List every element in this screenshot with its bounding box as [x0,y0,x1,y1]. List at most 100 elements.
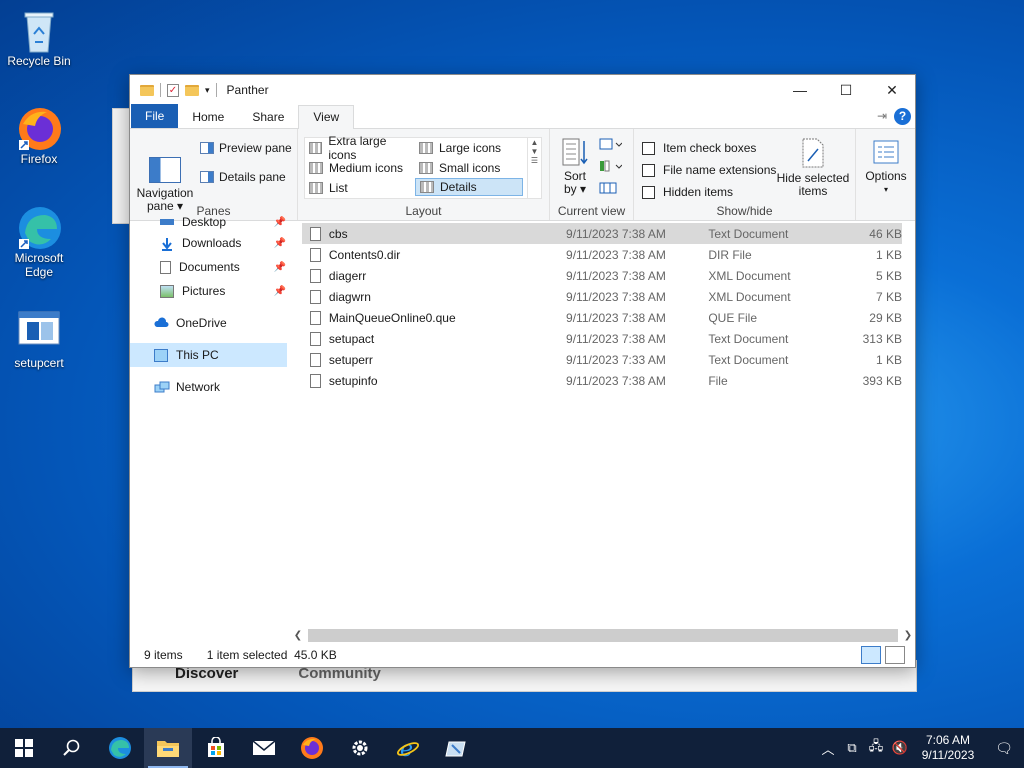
preview-pane-button[interactable]: Preview pane [200,141,292,155]
search-button[interactable] [48,728,96,768]
file-name-extensions-checkbox[interactable]: File name extensions [642,163,776,177]
horizontal-scrollbar[interactable]: ❮ ❯ [290,627,916,644]
layout-large-icons[interactable]: Large icons [415,139,523,157]
medium-icons-icon [309,162,323,174]
title-bar[interactable]: ✓ ▾ Panther — ☐ ✕ [130,75,915,105]
properties-icon[interactable]: ✓ [167,83,179,97]
minimize-button[interactable]: — [777,75,823,105]
tab-view[interactable]: View [298,105,355,129]
desktop-icon-setupcert[interactable]: setupcert [0,310,78,370]
layout-extra-large-icons[interactable]: Extra large icons [305,134,413,162]
maximize-button[interactable]: ☐ [823,75,869,105]
volume-muted-icon[interactable]: 🔇 [888,740,912,756]
nav-item-this-pc[interactable]: This PC [130,343,287,367]
nav-item-pictures[interactable]: Pictures 📌 [130,279,290,303]
scroll-left-icon[interactable]: ❮ [290,627,306,644]
file-row[interactable]: setuperr 9/11/2023 7:33 AM Text Document 1 … [302,349,902,370]
taskbar-file-explorer[interactable] [144,728,192,768]
extra-large-icons-icon [309,142,323,154]
options-icon [873,140,899,164]
scroll-right-icon[interactable]: ❯ [900,627,916,644]
onedrive-icon [154,316,169,330]
group-label-current-view: Current view [557,204,626,218]
layout-medium-icons[interactable]: Medium icons [305,159,413,177]
close-button[interactable]: ✕ [869,75,915,105]
taskbar-store[interactable] [192,728,240,768]
preview-pane-icon [200,142,214,154]
chevron-up-icon[interactable]: ︿ [816,739,840,758]
file-row[interactable]: diagerr 9/11/2023 7:38 AM XML Document 5 KB [302,265,902,286]
item-check-boxes-checkbox[interactable]: Item check boxes [642,141,756,155]
options-button[interactable]: Options ▾ [862,139,910,196]
network-status-icon[interactable]: 🖧 [864,737,888,759]
taskbar-internet-explorer[interactable]: e [384,728,432,768]
large-icons-view-button[interactable] [885,646,905,664]
windows-logo-icon [15,739,33,757]
taskbar-app[interactable] [432,728,480,768]
file-row[interactable]: cbs 9/11/2023 7:38 AM Text Document 46 KB [302,223,902,244]
desktop-icon-firefox[interactable]: Firefox [0,106,78,166]
meet-now-icon[interactable]: ⧉ [840,740,864,756]
file-list: cbs 9/11/2023 7:38 AM Text Document 46 KB C… [302,223,902,391]
taskbar-firefox[interactable] [288,728,336,768]
start-button[interactable] [0,728,48,768]
add-columns-button[interactable] [598,159,623,176]
sort-by-button[interactable]: Sort by ▾ [560,137,590,196]
tab-share[interactable]: Share [238,106,298,128]
nav-item-onedrive[interactable]: OneDrive [130,311,290,335]
desktop-icon-recycle-bin[interactable]: Recycle Bin [0,8,78,68]
scrollbar-thumb[interactable] [308,629,898,642]
layout-details[interactable]: Details [415,178,523,196]
size-columns-icon [599,182,617,194]
details-view-button[interactable] [861,646,881,664]
help-icon[interactable]: ? [894,108,911,125]
layout-item-label: Medium icons [329,161,404,175]
pin-icon[interactable]: 📌 [274,217,286,228]
gear-icon [352,740,368,756]
file-size: 29 KB [869,310,902,325]
quick-access-toolbar: ✓ ▾ [140,83,217,97]
details-pane-button[interactable]: Details pane [200,170,286,184]
tab-home[interactable]: Home [178,106,238,128]
new-folder-icon[interactable] [185,84,199,96]
group-by-button[interactable] [598,137,623,154]
layout-list[interactable]: List [305,179,413,197]
nav-item-network[interactable]: Network [130,375,290,399]
notifications-icon[interactable]: 🗨 [984,740,1024,757]
desktop-icon-edge[interactable]: Microsoft Edge [0,205,78,279]
file-date: 9/11/2023 7:33 AM [566,352,666,367]
nav-item-desktop[interactable]: Desktop 📌 [130,213,290,231]
nav-item-label: Network [176,380,221,394]
taskbar-edge[interactable] [96,728,144,768]
size-columns-button[interactable] [598,181,618,198]
file-date: 9/11/2023 7:38 AM [566,247,666,262]
hide-selected-items-label: Hide selected items [776,171,850,198]
file-row[interactable]: setupinfo 9/11/2023 7:38 AM File 393 KB [302,370,902,391]
clock[interactable]: 7:06 AM 9/11/2023 [912,733,984,763]
file-type: XML Document [708,268,791,283]
pin-icon[interactable]: 📌 [274,238,286,249]
file-explorer-window[interactable]: ✓ ▾ Panther — ☐ ✕ File Home Share View ⇥… [129,74,916,668]
file-row[interactable]: MainQueueOnline0.que 9/11/2023 7:38 AM QUE… [302,307,902,328]
file-date: 9/11/2023 7:38 AM [566,226,666,241]
nav-item-downloads[interactable]: Downloads 📌 [130,231,290,255]
file-row[interactable]: Contents0.dir 9/11/2023 7:38 AM DIR File 1 … [302,244,902,265]
file-row[interactable]: setupact 9/11/2023 7:38 AM Text Document 31… [302,328,902,349]
chevron-down-icon[interactable]: ▾ [205,85,210,96]
hidden-items-checkbox[interactable]: Hidden items [642,185,733,199]
taskbar-settings[interactable] [336,728,384,768]
taskbar-mail[interactable] [240,728,288,768]
tab-file[interactable]: File [131,104,179,128]
layout-small-icons[interactable]: Small icons [415,159,523,177]
pin-ribbon-icon[interactable]: ⇥ [877,109,887,123]
file-size: 7 KB [875,289,902,304]
layout-gallery-scroll[interactable]: ▲ ▼ ☰ [527,138,541,198]
file-row[interactable]: diagwrn 9/11/2023 7:38 AM XML Document 7 KB [302,286,902,307]
hide-selected-items-button[interactable]: Hide selected items [776,137,850,198]
pin-icon[interactable]: 📌 [274,262,286,273]
nav-item-documents[interactable]: Documents 📌 [130,255,290,279]
pin-icon[interactable]: 📌 [274,286,286,297]
internet-explorer-icon: e [396,737,420,760]
nav-item-label: Pictures [182,284,226,298]
details-pane-icon [200,171,214,183]
